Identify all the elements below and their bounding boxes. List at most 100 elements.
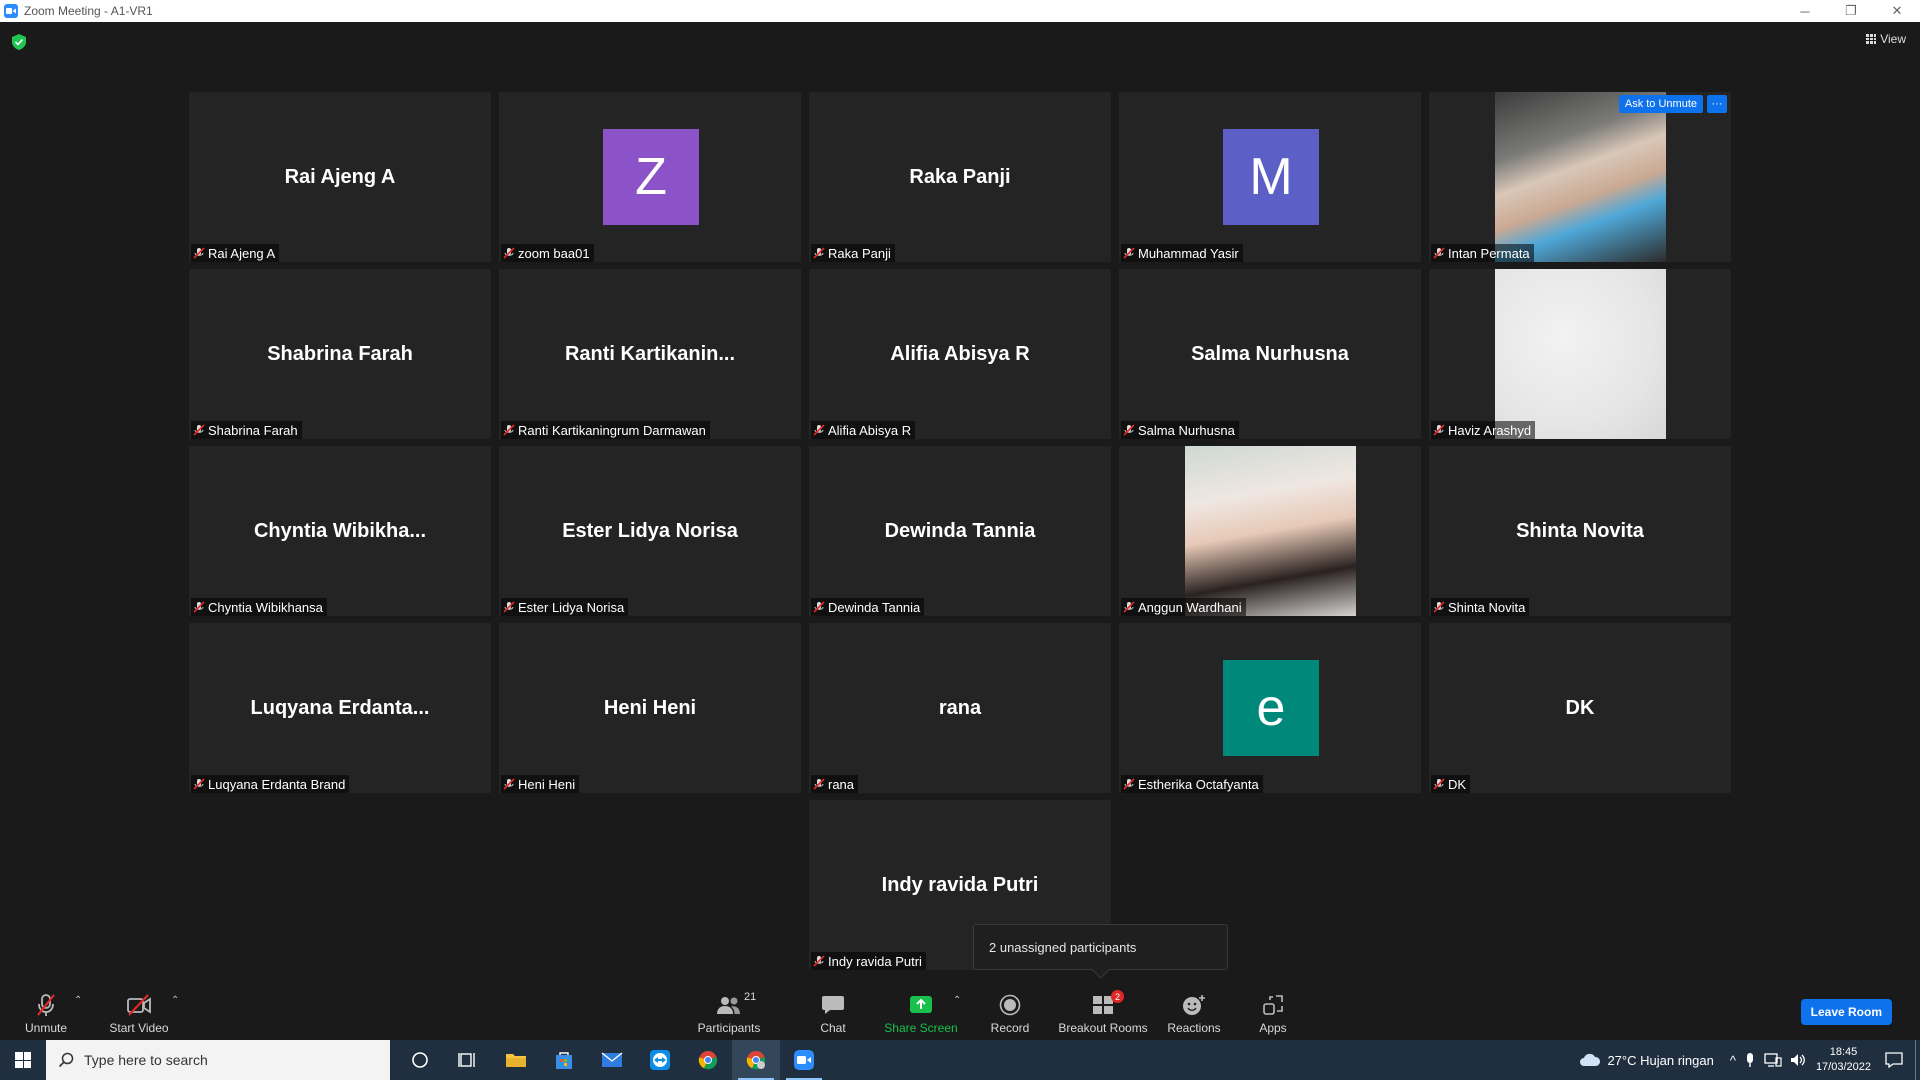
share-screen-label: Share Screen [884,1021,958,1035]
chrome-profile-app[interactable] [732,1040,780,1080]
video-tile[interactable]: Luqyana Erdanta... Luqyana Erdanta Brand [189,623,491,793]
participants-icon [717,997,740,1014]
video-tile[interactable]: rana rana [809,623,1111,793]
share-screen-button[interactable]: Share Screen [882,985,960,1040]
video-tile[interactable]: M Muhammad Yasir [1119,92,1421,262]
video-tile[interactable]: Rai Ajeng A Rai Ajeng A [189,92,491,262]
volume-icon[interactable] [1790,1053,1806,1067]
participant-name-label: Shabrina Farah [191,421,302,439]
file-explorer-app[interactable] [492,1040,540,1080]
participant-name: Anggun Wardhani [1138,599,1242,615]
video-tile[interactable]: Shinta Novita Shinta Novita [1429,446,1731,616]
participant-display-name: Dewinda Tannia [884,519,1036,542]
meeting-toolbar: Unmute ⌃ Start Video ⌃ 21 Participants C… [0,985,1920,1040]
store-app[interactable] [540,1040,588,1080]
participant-name: Salma Nurhusna [1138,422,1235,438]
participant-name: Chyntia Wibikhansa [208,599,323,615]
zoom-taskbar-app[interactable] [780,1040,828,1080]
teamviewer-app[interactable] [636,1040,684,1080]
start-button[interactable] [0,1040,46,1080]
muted-mic-icon [193,424,205,436]
video-options-caret-icon[interactable]: ⌃ [171,995,179,1006]
video-tile[interactable]: Heni Heni Heni Heni [499,623,801,793]
record-icon [999,994,1021,1016]
mail-envelope-icon [601,1052,623,1067]
minimize-button[interactable]: ─ [1782,0,1828,22]
video-tile[interactable]: Haviz Arashyd [1429,269,1731,439]
notification-icon[interactable] [1885,1052,1903,1068]
video-tile[interactable]: Ester Lidya Norisa Ester Lidya Norisa [499,446,801,616]
weather-text[interactable]: 27°C Hujan ringan [1607,1053,1713,1068]
muted-mic-icon [813,601,825,613]
taskbar-search-box[interactable]: Type here to search [46,1040,390,1080]
video-tile[interactable]: Shabrina Farah Shabrina Farah [189,269,491,439]
chrome-app[interactable] [684,1040,732,1080]
participant-name-label: Salma Nurhusna [1121,421,1239,439]
participant-avatar: M [1223,129,1319,225]
breakout-rooms-label: Breakout Rooms [1058,1021,1148,1035]
microphone-tray-icon[interactable] [1744,1052,1756,1068]
grid-view-icon [1866,34,1877,44]
chat-label: Chat [820,1021,846,1035]
video-tile[interactable]: Alifia Abisya R Alifia Abisya R [809,269,1111,439]
participant-display-name: Heni Heni [603,696,697,719]
apps-icon [1263,995,1283,1015]
ask-to-unmute-button[interactable]: Ask to Unmute [1618,95,1703,113]
mail-app[interactable] [588,1040,636,1080]
start-video-label: Start Video [109,1021,169,1035]
muted-mic-icon [813,955,825,967]
participant-name: zoom baa01 [518,245,590,261]
show-desktop-button[interactable] [1915,1040,1920,1080]
participant-name-label: Dewinda Tannia [811,598,925,616]
audio-options-caret-icon[interactable]: ⌃ [74,995,82,1006]
search-icon [58,1052,74,1068]
chat-icon [822,996,844,1014]
participant-display-name: Ester Lidya Norisa [562,519,738,542]
video-tile[interactable]: Raka Panji Raka Panji [809,92,1111,262]
video-tile[interactable]: Dewinda Tannia Dewinda Tannia [809,446,1111,616]
chat-button[interactable]: Chat [810,985,856,1040]
start-video-button[interactable]: Start Video [104,985,174,1040]
participant-display-name: rana [938,696,982,719]
view-button[interactable]: View [1866,32,1906,46]
video-tile[interactable]: Salma Nurhusna Salma Nurhusna [1119,269,1421,439]
encryption-shield-icon[interactable] [12,34,26,50]
reactions-button[interactable]: Reactions [1166,985,1222,1040]
video-tile[interactable]: DK DK [1429,623,1731,793]
share-screen-icon [910,996,932,1013]
unassigned-participants-tooltip: 2 unassigned participants [973,924,1228,970]
task-view-button[interactable] [444,1040,492,1080]
video-tile[interactable]: Anggun Wardhani [1119,446,1421,616]
close-button[interactable]: ✕ [1874,0,1920,22]
video-tile[interactable]: Ranti Kartikanin... Ranti Kartikaningrum … [499,269,801,439]
network-icon[interactable] [1764,1053,1782,1067]
leave-room-button[interactable]: Leave Room [1800,999,1892,1025]
participant-display-name: Luqyana Erdanta... [250,696,430,719]
cortana-button[interactable] [396,1040,444,1080]
muted-mic-icon [503,601,515,613]
tray-chevron-icon[interactable]: ^ [1730,1053,1736,1068]
clock-date: 17/03/2022 [1815,1061,1871,1073]
video-tile[interactable]: Ask to Unmute ··· Intan Permata [1429,92,1731,262]
participant-name-label: Heni Heni [501,775,580,793]
breakout-rooms-button[interactable]: 2 Breakout Rooms [1058,985,1148,1040]
participant-display-name: Ranti Kartikanin... [564,342,736,365]
clock[interactable]: 18:45 17/03/2022 [1816,1045,1871,1075]
unmute-button[interactable]: Unmute [18,985,74,1040]
tile-more-options-button[interactable]: ··· [1707,95,1727,113]
video-tile[interactable]: Zzoom baa01 [499,92,801,262]
muted-mic-icon [1123,778,1135,790]
share-options-caret-icon[interactable]: ⌃ [953,995,961,1006]
participants-button[interactable]: 21 Participants [694,985,764,1040]
record-button[interactable]: Record [985,985,1035,1040]
participant-name: Indy ravida Putri [828,953,922,969]
participant-name-label: Ester Lidya Norisa [501,598,629,616]
participant-name: Raka Panji [828,245,891,261]
video-tile[interactable]: Chyntia Wibikha... Chyntia Wibikhansa [189,446,491,616]
participant-name: Dewinda Tannia [828,599,921,615]
participant-name-label: Rai Ajeng A [191,244,280,262]
reactions-smiley-icon [1183,995,1205,1015]
restore-button[interactable]: ❐ [1828,0,1874,22]
video-tile[interactable]: e Estherika Octafyanta [1119,623,1421,793]
apps-button[interactable]: Apps [1253,985,1293,1040]
